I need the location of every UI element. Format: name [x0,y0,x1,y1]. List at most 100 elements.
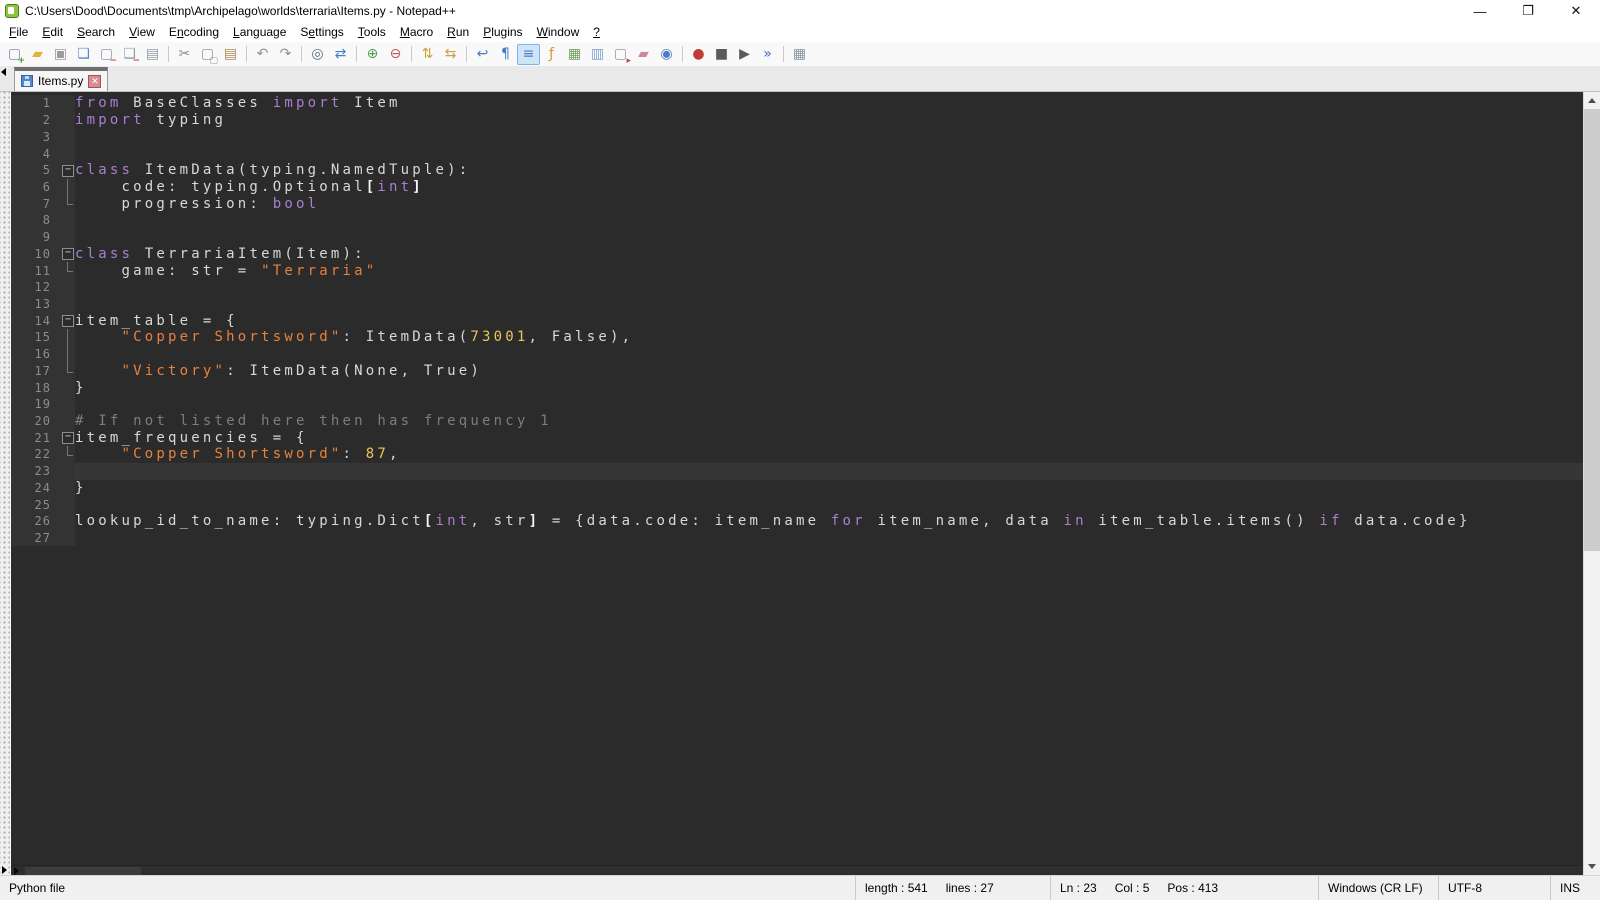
undo-icon[interactable]: ↶ [251,44,274,65]
folder-as-workspace-icon[interactable]: ▰ [632,44,655,65]
close-all-icon[interactable]: ❏− [118,44,141,65]
save-all-icon[interactable]: ❏ [72,44,95,65]
line-number: 22 [11,446,59,463]
code-line-3: 3 [11,128,1583,145]
code-text [75,145,1583,162]
vscroll-thumb[interactable] [1584,109,1600,551]
word-wrap-icon[interactable]: ↩ [471,44,494,65]
monitoring-eye-icon[interactable]: ◉ [655,44,678,65]
code-line-25: 25 [11,496,1583,513]
code-line-15: 15 "Copper Shortsword": ItemData(73001, … [11,329,1583,346]
code-line-18: 18} [11,379,1583,396]
status-eol-format[interactable]: Windows (CR LF) [1318,876,1438,900]
code-text: "Copper Shortsword": 87, [75,446,1583,463]
left-grip-strip[interactable] [0,92,11,875]
macro-record-icon[interactable]: ● [687,44,710,65]
fold-margin [59,95,75,112]
file-browser-icon[interactable]: ▢▸ [609,44,632,65]
fold-margin [59,363,75,380]
copy-icon[interactable]: ▢▢ [196,44,219,65]
code-text [75,296,1583,313]
tab-items-py[interactable]: Items.py ✕ [14,67,108,91]
code-line-26: 26lookup_id_to_name: typing.Dict[int, st… [11,513,1583,530]
find-icon[interactable]: ◎ [306,44,329,65]
document-list-icon[interactable]: ▥ [586,44,609,65]
line-number: 17 [11,363,59,380]
redo-icon[interactable]: ↷ [274,44,297,65]
horizontal-scrollbar[interactable] [11,865,1583,875]
indent-guide-icon[interactable]: ≡ [517,44,540,65]
show-all-chars-icon[interactable]: ¶ [494,44,517,65]
menu-item-tools[interactable]: Tools [351,23,393,41]
fold-marker-icon[interactable] [59,245,75,262]
line-number: 21 [11,429,59,446]
status-insert-mode[interactable]: INS [1550,876,1600,900]
menu-item-window[interactable]: Window [530,23,587,41]
line-number: 14 [11,312,59,329]
document-map-icon[interactable]: ▦ [563,44,586,65]
function-list-icon[interactable]: ƒ [540,44,563,65]
line-number: 23 [11,463,59,480]
menu-item-run[interactable]: Run [440,23,476,41]
sync-vertical-icon[interactable]: ⇅ [416,44,439,65]
vertical-scrollbar[interactable] [1583,92,1600,875]
code-editor[interactable]: 1from BaseClasses import Item2import typ… [11,92,1583,865]
menu-item-edit[interactable]: Edit [35,23,70,41]
menu-item-file[interactable]: File [2,23,35,41]
macro-playback-icon[interactable]: ▶ [733,44,756,65]
line-number: 7 [11,195,59,212]
line-number: 25 [11,496,59,513]
code-text: class TerrariaItem(Item): [75,245,1583,262]
fold-marker-icon[interactable] [59,429,75,446]
close-file-icon[interactable]: ▢− [95,44,118,65]
macro-save-icon[interactable]: ▦ [788,44,811,65]
menu-item-search[interactable]: Search [70,23,122,41]
sync-horizontal-icon[interactable]: ⇆ [439,44,462,65]
fold-margin [59,480,75,497]
code-text [75,463,1583,480]
paste-icon[interactable]: ▤ [219,44,242,65]
menu-item-help[interactable]: ? [586,23,607,41]
hscroll-thumb[interactable] [25,867,141,875]
menu-item-language[interactable]: Language [226,23,293,41]
fold-margin [59,128,75,145]
macro-stop-icon[interactable]: ■ [710,44,733,65]
menu-item-plugins[interactable]: Plugins [476,23,529,41]
cut-icon[interactable]: ✂ [173,44,196,65]
macro-run-multiple-icon[interactable]: » [756,44,779,65]
zoom-in-icon[interactable]: ⊕ [361,44,384,65]
replace-icon[interactable]: ⇄ [329,44,352,65]
code-text: progression: bool [75,195,1583,212]
zoom-out-icon[interactable]: ⊖ [384,44,407,65]
new-file-icon[interactable]: ▢+ [3,44,26,65]
menu-item-view[interactable]: View [122,23,162,41]
code-text: } [75,379,1583,396]
hscroll-arrow-icon [14,867,19,875]
close-button[interactable]: ✕ [1552,0,1600,22]
menu-item-macro[interactable]: Macro [393,23,440,41]
print-icon[interactable]: ▤ [141,44,164,65]
minimize-button[interactable]: — [1456,0,1504,22]
code-text [75,346,1583,363]
tab-close-icon[interactable]: ✕ [88,75,101,88]
fold-marker-icon[interactable] [59,162,75,179]
status-encoding[interactable]: UTF-8 [1438,876,1550,900]
code-text: item_frequencies = { [75,429,1583,446]
save-icon[interactable]: ▣ [49,44,72,65]
status-lines: lines : 27 [946,881,994,895]
fold-marker-icon[interactable] [59,312,75,329]
code-text [75,212,1583,229]
line-number: 4 [11,145,59,162]
fold-margin [59,212,75,229]
open-folder-icon[interactable]: ▰ [26,44,49,65]
scroll-up-button[interactable] [1584,92,1600,109]
code-text [75,530,1583,547]
tab-scroll-left-icon[interactable] [1,68,6,76]
vscroll-track[interactable] [1584,109,1600,858]
code-text: lookup_id_to_name: typing.Dict[int, str]… [75,513,1583,530]
scroll-down-button[interactable] [1584,858,1600,875]
fold-margin [59,296,75,313]
menu-item-encoding[interactable]: Encoding [162,23,226,41]
menu-item-settings[interactable]: Settings [293,23,350,41]
restore-button[interactable]: ❐ [1504,0,1552,22]
